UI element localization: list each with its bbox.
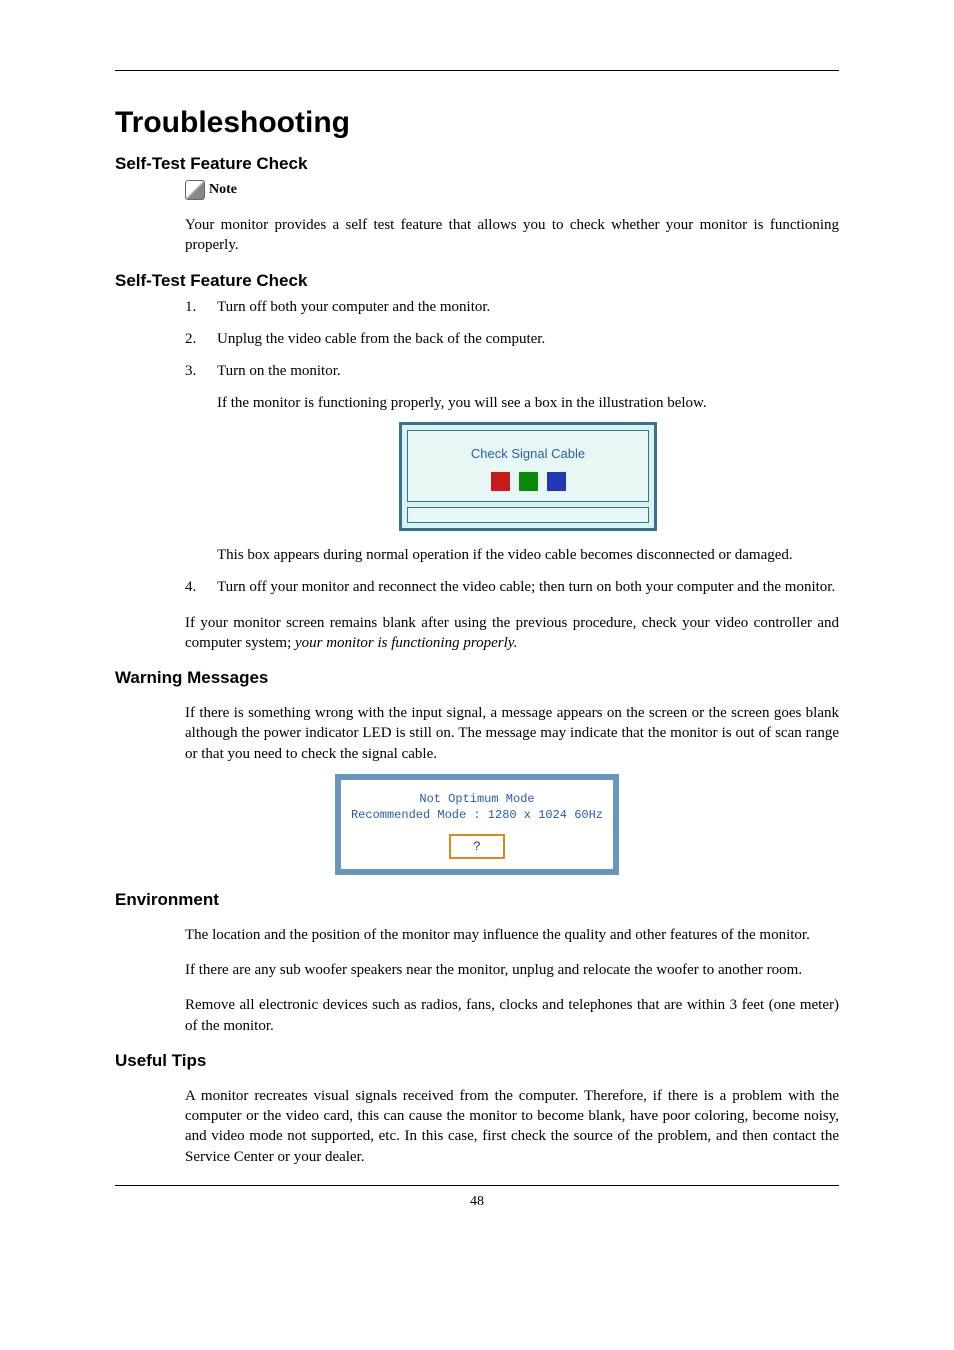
step-1: Turn off both your computer and the moni…: [185, 297, 839, 317]
step-3: Turn on the monitor. If the monitor is f…: [185, 361, 839, 565]
step-3c-text: This box appears during normal operation…: [217, 545, 839, 565]
section-environment: Environment The location and the positio…: [115, 890, 839, 1036]
note-icon: [185, 180, 205, 200]
section-tips: Useful Tips A monitor recreates visual s…: [115, 1051, 839, 1167]
top-rule: [115, 70, 839, 71]
step-4: Turn off your monitor and reconnect the …: [185, 577, 839, 597]
rgb-squares: [416, 472, 640, 491]
env-p1: The location and the position of the mon…: [185, 925, 839, 945]
heading-self-test-2: Self-Test Feature Check: [115, 271, 839, 291]
check-signal-text: Check Signal Cable: [416, 445, 640, 463]
heading-tips: Useful Tips: [115, 1051, 839, 1071]
step-2: Unplug the video cable from the back of …: [185, 329, 839, 349]
page-container: Troubleshooting Self-Test Feature Check …: [0, 0, 954, 1240]
not-optimum-box: Not Optimum Mode Recommended Mode : 1280…: [335, 774, 619, 875]
check-signal-inner: Check Signal Cable: [407, 430, 649, 503]
figure-check-signal: Check Signal Cable: [217, 422, 839, 532]
page-number: 48: [115, 1194, 839, 1210]
warning-body: If there is something wrong with the inp…: [185, 703, 839, 764]
section-warning: Warning Messages If there is something w…: [115, 668, 839, 875]
step-2-text: Unplug the video cable from the back of …: [217, 331, 545, 347]
square-green: [519, 472, 538, 491]
step-3b-text: If the monitor is functioning properly, …: [217, 393, 839, 413]
not-optimum-button: ?: [449, 834, 505, 859]
env-p3: Remove all electronic devices such as ra…: [185, 995, 839, 1036]
check-signal-bar: [407, 507, 649, 523]
after-steps-italic: your monitor is functioning properly.: [295, 635, 517, 651]
step-4-text: Turn off your monitor and reconnect the …: [217, 579, 835, 595]
check-signal-box: Check Signal Cable: [399, 422, 657, 532]
steps-list: Turn off both your computer and the moni…: [185, 297, 839, 598]
env-p2: If there are any sub woofer speakers nea…: [185, 960, 839, 980]
not-optimum-line2: Recommended Mode : 1280 x 1024 60Hz: [351, 808, 603, 822]
step-3-text: Turn on the monitor.: [217, 363, 341, 379]
note-row: Note: [185, 180, 839, 200]
note-body: Your monitor provides a self test featur…: [185, 215, 839, 256]
tips-p1: A monitor recreates visual signals recei…: [185, 1086, 839, 1167]
note-label: Note: [209, 182, 237, 198]
square-red: [491, 472, 510, 491]
not-optimum-line1: Not Optimum Mode: [351, 792, 603, 806]
after-steps-text: If your monitor screen remains blank aft…: [185, 613, 839, 654]
page-title: Troubleshooting: [115, 106, 839, 140]
section-self-test-intro: Self-Test Feature Check Note Your monito…: [115, 154, 839, 256]
bottom-rule: [115, 1185, 839, 1186]
not-optimum-body: Not Optimum Mode Recommended Mode : 1280…: [341, 780, 613, 869]
step-1-text: Turn off both your computer and the moni…: [217, 299, 490, 315]
figure-not-optimum: Not Optimum Mode Recommended Mode : 1280…: [115, 774, 839, 875]
heading-warning: Warning Messages: [115, 668, 839, 688]
section-self-test-steps: Self-Test Feature Check Turn off both yo…: [115, 271, 839, 654]
heading-self-test-1: Self-Test Feature Check: [115, 154, 839, 174]
heading-environment: Environment: [115, 890, 839, 910]
square-blue: [547, 472, 566, 491]
